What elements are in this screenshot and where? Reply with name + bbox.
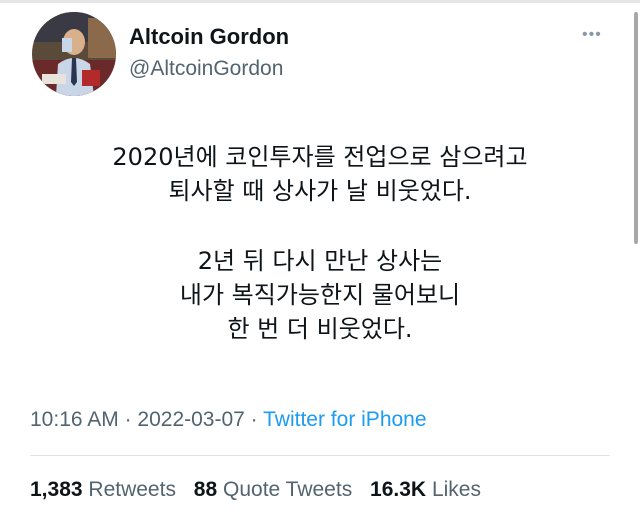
top-edge: [0, 0, 640, 3]
avatar[interactable]: [32, 12, 116, 96]
tweet-date[interactable]: 2022-03-07: [137, 408, 244, 431]
tweet-stats: 1,383 Retweets 88 Quote Tweets 16.3K Lik…: [30, 478, 493, 502]
likes-count: 16.3K: [370, 478, 427, 501]
retweets-count: 1,383: [30, 478, 83, 501]
tweet-line: 한 번 더 비웃었다.: [227, 315, 413, 343]
retweets-label: Retweets: [88, 478, 176, 501]
tweet-meta: 10:16 AM · 2022-03-07 · Twitter for iPho…: [30, 408, 427, 432]
author-handle[interactable]: @AltcoinGordon: [129, 57, 283, 81]
tweet-time[interactable]: 10:16 AM: [30, 408, 119, 431]
tweet-line: 2년 뒤 다시 만난 상사는: [197, 247, 443, 275]
tweet-line: 퇴사할 때 상사가 날 비웃었다.: [168, 177, 472, 205]
tweet-line: 2020년에 코인투자를 전업으로 삼으려고: [112, 143, 528, 171]
retweets-stat[interactable]: 1,383 Retweets: [30, 478, 176, 501]
scrollbar[interactable]: [634, 12, 638, 244]
quotes-label: Quote Tweets: [223, 478, 353, 501]
divider: [30, 455, 610, 456]
quotes-stat[interactable]: 88 Quote Tweets: [194, 478, 352, 501]
more-horizontal-icon[interactable]: •••: [582, 26, 602, 44]
quotes-count: 88: [193, 478, 218, 501]
meta-separator: ·: [244, 408, 264, 431]
tweet-source-link[interactable]: Twitter for iPhone: [263, 408, 426, 431]
likes-label: Likes: [431, 478, 481, 501]
tweet-text: 2020년에 코인투자를 전업으로 삼으려고 퇴사할 때 상사가 날 비웃었다.…: [0, 140, 640, 346]
avatar-photo: [32, 12, 116, 96]
tweet-line: 내가 복직가능한지 물어보니: [179, 281, 461, 309]
author-name[interactable]: Altcoin Gordon: [129, 24, 289, 50]
likes-stat[interactable]: 16.3K Likes: [370, 478, 481, 501]
meta-separator: ·: [118, 408, 138, 431]
